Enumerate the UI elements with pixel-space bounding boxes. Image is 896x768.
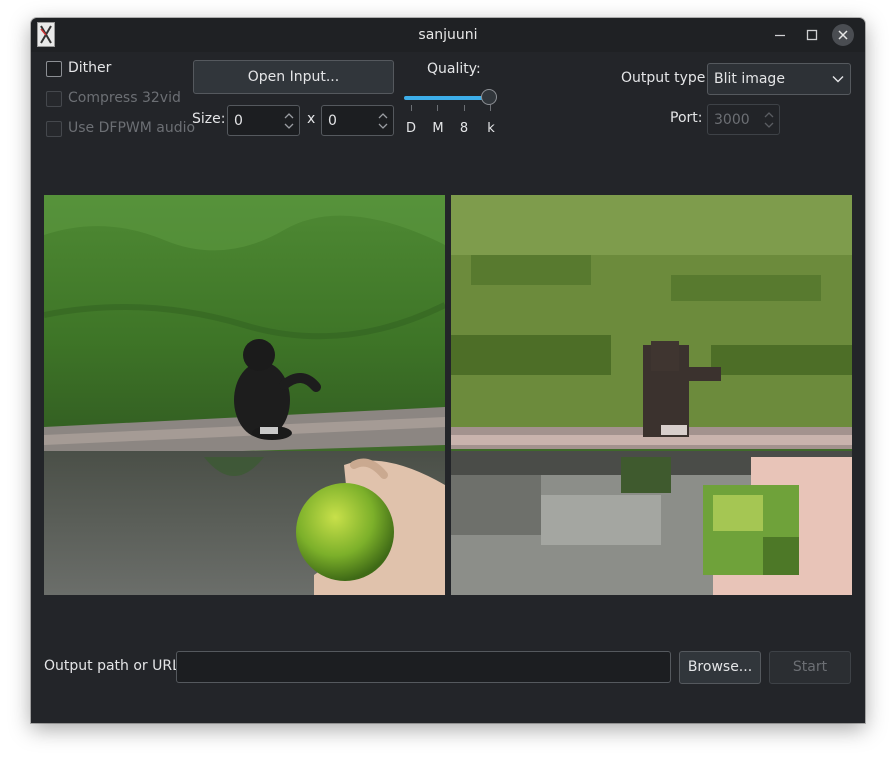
dither-label: Dither [68,60,112,76]
output-path-label: Output path or URL: [44,658,185,674]
output-type-combo[interactable]: Blit image [707,63,851,95]
window-title: sanjuuni [418,27,478,43]
width-value: 0 [234,113,243,129]
dfpwm-audio-checkbox[interactable] [46,121,62,137]
slider-tick [490,105,491,111]
port-label: Port: [670,110,703,126]
slider-tick [464,105,465,111]
output-type-label: Output type: [621,70,711,86]
app-window: sanjuuni Dither Compress 32vid Use DFPWM… [31,18,865,723]
close-icon [838,30,848,40]
slider-track [404,96,490,100]
compress-32vid-checkbox[interactable] [46,91,62,107]
quality-tick-label: M [432,121,444,136]
quality-tick-label: 8 [459,121,469,136]
height-spinbox[interactable]: 0 [321,105,394,136]
minimize-icon [775,34,785,37]
dither-checkbox[interactable] [46,61,62,77]
slider-handle[interactable] [481,89,497,105]
dithered-preview [451,195,852,595]
quality-tick-label: D [405,121,416,136]
height-value: 0 [328,113,337,129]
maximize-button[interactable] [801,24,823,46]
output-path-input[interactable] [176,651,671,683]
chevron-down-icon [832,76,844,83]
spin-arrows-icon [378,113,388,129]
close-button[interactable] [832,24,854,46]
width-spinbox[interactable]: 0 [227,105,300,136]
minimize-button[interactable] [769,24,791,46]
spin-arrows-icon [764,112,774,128]
port-spinbox[interactable]: 3000 [707,104,780,135]
dfpwm-audio-label: Use DFPWM audio [68,120,196,136]
quality-label: Quality: [427,61,481,77]
original-preview [44,195,445,595]
size-label: Size: [192,111,226,127]
browse-button[interactable]: Browse... [679,651,761,684]
titlebar[interactable]: sanjuuni [31,18,865,52]
size-x-label: x [307,111,316,127]
compress-32vid-label: Compress 32vid [68,90,181,106]
slider-tick [437,105,438,111]
start-button[interactable]: Start [769,651,851,684]
open-input-button[interactable]: Open Input... [193,60,394,94]
port-value: 3000 [714,112,750,128]
slider-tick [411,105,412,111]
spin-arrows-icon [284,113,294,129]
maximize-icon [806,29,818,41]
output-type-value: Blit image [714,71,785,87]
quality-tick-label: k [487,121,495,136]
